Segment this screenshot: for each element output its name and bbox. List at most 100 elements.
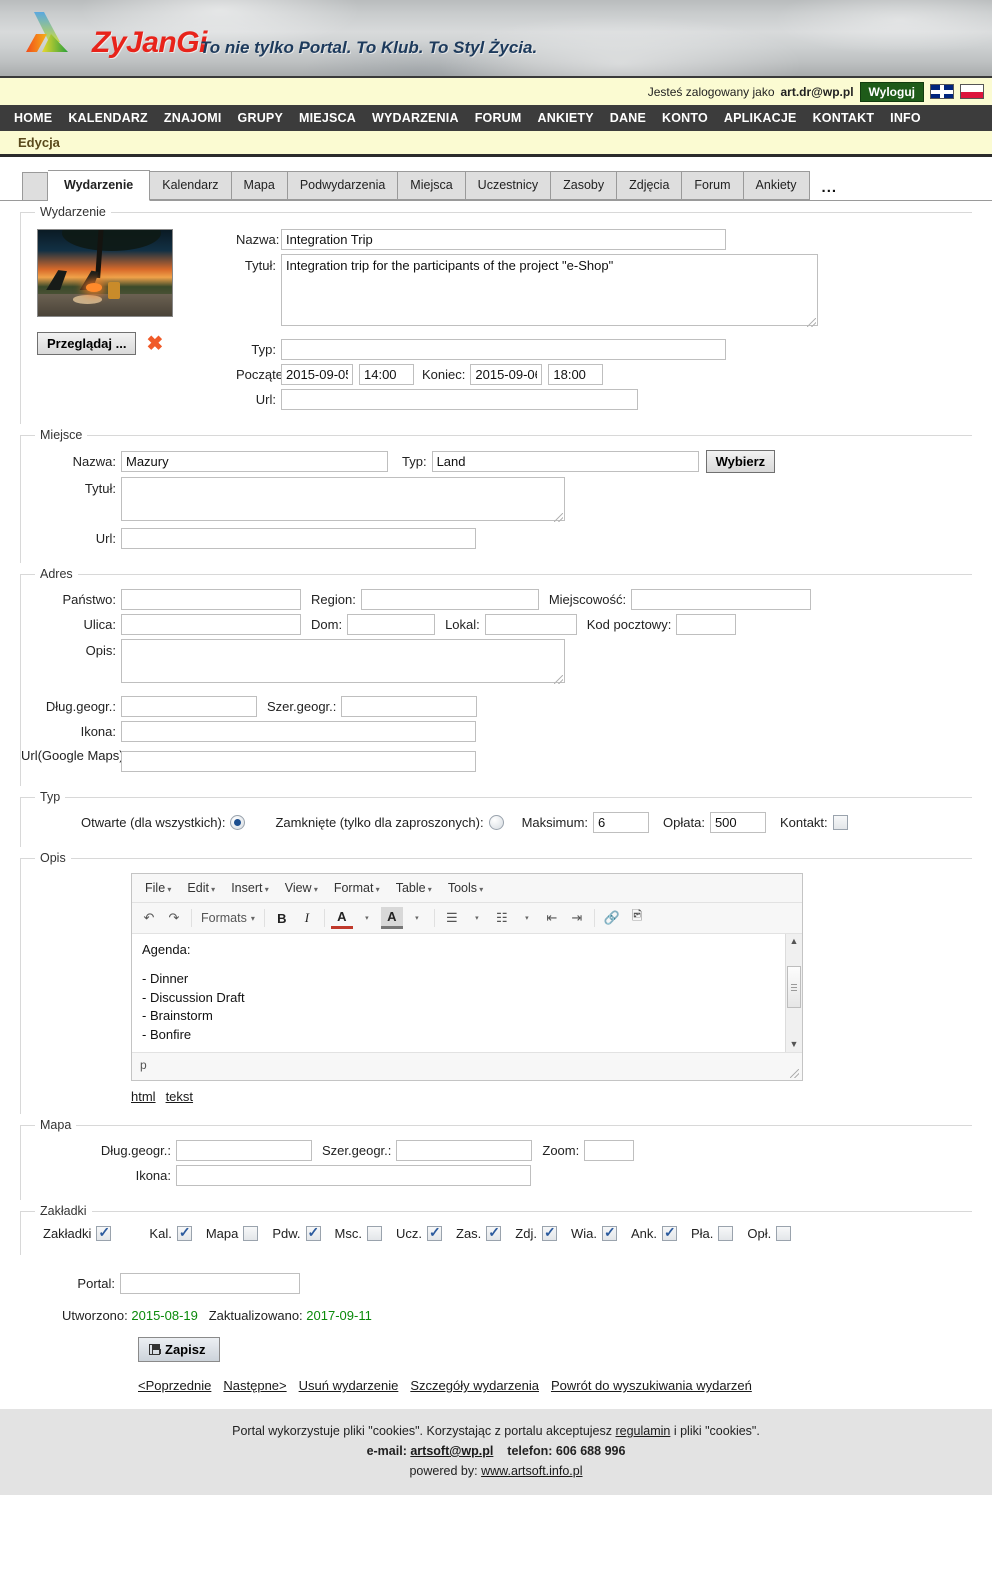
bookmark-checkbox-8[interactable] — [601, 1224, 617, 1241]
tab-uczestnicy[interactable]: Uczestnicy — [465, 171, 552, 200]
place-url-input[interactable] — [121, 528, 476, 549]
browse-button[interactable]: Przeglądaj ... — [37, 332, 137, 355]
action-link[interactable]: <Poprzednie — [138, 1378, 211, 1393]
editor-menu-insert[interactable]: Insert — [224, 878, 276, 898]
editor-menu-format[interactable]: Format — [327, 878, 387, 898]
address-zip-input[interactable] — [676, 614, 737, 635]
place-title-textarea[interactable] — [121, 477, 565, 521]
outdent-icon[interactable]: ⇤ — [541, 907, 563, 929]
place-name-input[interactable] — [121, 451, 388, 472]
tab-miejsca[interactable]: Miejsca — [398, 171, 466, 200]
flag-pl-icon[interactable] — [960, 84, 984, 99]
address-gmaps-input[interactable] — [121, 751, 476, 772]
nav-item-info[interactable]: INFO — [882, 111, 929, 125]
bookmark-checkbox-4[interactable] — [367, 1226, 382, 1241]
tabs-overflow-button[interactable]: ... — [822, 179, 838, 200]
nav-item-ankiety[interactable]: ANKIETY — [530, 111, 602, 125]
address-country-input[interactable] — [121, 589, 301, 610]
description-html-link[interactable]: html — [131, 1089, 156, 1104]
tab-zasoby[interactable]: Zasoby — [551, 171, 618, 200]
bookmark-checkbox-7[interactable] — [541, 1224, 557, 1241]
bookmark-checkbox-11[interactable] — [776, 1226, 792, 1241]
bullet-list-icon[interactable]: ☰ — [441, 907, 463, 929]
action-link[interactable]: Szczegóły wydarzenia — [410, 1378, 539, 1393]
undo-icon[interactable]: ↶ — [138, 907, 160, 929]
bookmark-checkbox-6[interactable] — [486, 1224, 502, 1241]
map-lat-input[interactable] — [396, 1140, 533, 1161]
portal-input[interactable] — [120, 1273, 300, 1294]
address-house-input[interactable] — [347, 614, 436, 635]
backcolor-button[interactable]: A — [380, 907, 403, 929]
tab-ankiety[interactable]: Ankiety — [743, 171, 810, 200]
flag-uk-icon[interactable] — [930, 84, 954, 99]
bookmark-checkbox-1[interactable] — [176, 1224, 192, 1241]
bookmark-checkbox-0[interactable] — [96, 1224, 112, 1241]
email-link[interactable]: artsoft@wp.pl — [410, 1444, 493, 1458]
image-icon[interactable]: 🖻 — [626, 907, 648, 929]
event-name-input[interactable] — [281, 229, 726, 250]
bookmark-checkbox-5[interactable] — [427, 1224, 442, 1241]
nav-item-grupy[interactable]: GRUPY — [230, 111, 291, 125]
map-zoom-input[interactable] — [584, 1140, 635, 1161]
address-street-input[interactable] — [121, 614, 301, 635]
event-image[interactable] — [37, 229, 173, 317]
editor-resize-grip-icon[interactable] — [790, 1069, 799, 1078]
nav-item-kalendarz[interactable]: KALENDARZ — [60, 111, 156, 125]
description-tekst-link[interactable]: tekst — [166, 1089, 193, 1104]
bold-button[interactable]: B — [271, 907, 293, 929]
event-url-input[interactable] — [281, 389, 638, 410]
bookmark-checkbox-10[interactable] — [718, 1226, 734, 1241]
address-lat-input[interactable] — [341, 696, 478, 717]
type-closed-radio[interactable] — [488, 815, 504, 830]
type-contact-checkbox[interactable] — [832, 815, 848, 830]
tab-podwydarzenia[interactable]: Podwydarzenia — [287, 171, 399, 200]
delete-image-icon[interactable]: ✖ — [146, 334, 163, 354]
type-max-input[interactable] — [593, 812, 650, 833]
editor-menu-tools[interactable]: Tools — [441, 878, 490, 898]
editor-content-area[interactable]: Agenda: - Dinner - Discussion Draft - Brai… — [132, 934, 802, 1052]
bookmark-checkbox-9[interactable] — [661, 1224, 677, 1241]
indent-icon[interactable]: ⇥ — [566, 907, 588, 929]
type-open-radio[interactable] — [230, 815, 246, 830]
numbered-list-icon[interactable]: ☷ — [491, 907, 513, 929]
nav-item-home[interactable]: HOME — [6, 111, 60, 125]
nav-item-forum[interactable]: FORUM — [467, 111, 530, 125]
tab-mapa[interactable]: Mapa — [231, 171, 288, 200]
address-icon-input[interactable] — [121, 721, 476, 742]
artsoft-link[interactable]: www.artsoft.info.pl — [481, 1464, 582, 1478]
map-lon-input[interactable] — [176, 1140, 312, 1161]
nav-item-miejsca[interactable]: MIEJSCA — [291, 111, 364, 125]
address-region-input[interactable] — [360, 589, 539, 610]
address-lon-input[interactable] — [121, 696, 257, 717]
editor-scrollbar[interactable]: ▲ ▼ — [785, 934, 802, 1052]
scrollbar-thumb[interactable] — [787, 966, 801, 1008]
event-title-textarea[interactable]: Integration trip for the participants of… — [281, 254, 818, 326]
action-link[interactable]: Następne> — [223, 1378, 286, 1393]
event-start-time-input[interactable] — [359, 364, 414, 385]
event-start-date-input[interactable] — [281, 364, 353, 385]
nav-item-wydarzenia[interactable]: WYDARZENIA — [364, 111, 467, 125]
italic-button[interactable]: I — [296, 907, 318, 929]
address-flat-input[interactable] — [484, 614, 577, 635]
link-icon[interactable]: 🔗 — [601, 907, 623, 929]
nav-item-kontakt[interactable]: KONTAKT — [805, 111, 883, 125]
editor-menu-table[interactable]: Table — [389, 878, 439, 898]
editor-menu-edit[interactable]: Edit — [180, 878, 222, 898]
tab-kalendarz[interactable]: Kalendarz — [150, 171, 232, 200]
address-city-input[interactable] — [631, 589, 812, 610]
nav-item-znajomi[interactable]: ZNAJOMI — [156, 111, 230, 125]
tab-wydarzenie[interactable]: Wydarzenie — [48, 170, 151, 201]
event-type-input[interactable] — [281, 339, 726, 360]
nav-item-aplikacje[interactable]: APLIKACJE — [716, 111, 805, 125]
tab-forum[interactable]: Forum — [682, 171, 744, 200]
bullist-chevron-down-icon[interactable]: ▾ — [466, 907, 488, 929]
action-link[interactable]: Usuń wydarzenie — [299, 1378, 399, 1393]
editor-menu-file[interactable]: File — [138, 878, 178, 898]
choose-place-button[interactable]: Wybierz — [705, 450, 776, 473]
map-icon-input[interactable] — [176, 1165, 531, 1186]
nav-item-konto[interactable]: KONTO — [654, 111, 716, 125]
event-end-date-input[interactable] — [470, 364, 543, 385]
bookmark-checkbox-3[interactable] — [305, 1224, 321, 1241]
logout-button[interactable]: Wyloguj — [859, 81, 924, 102]
redo-icon[interactable]: ↷ — [163, 907, 185, 929]
